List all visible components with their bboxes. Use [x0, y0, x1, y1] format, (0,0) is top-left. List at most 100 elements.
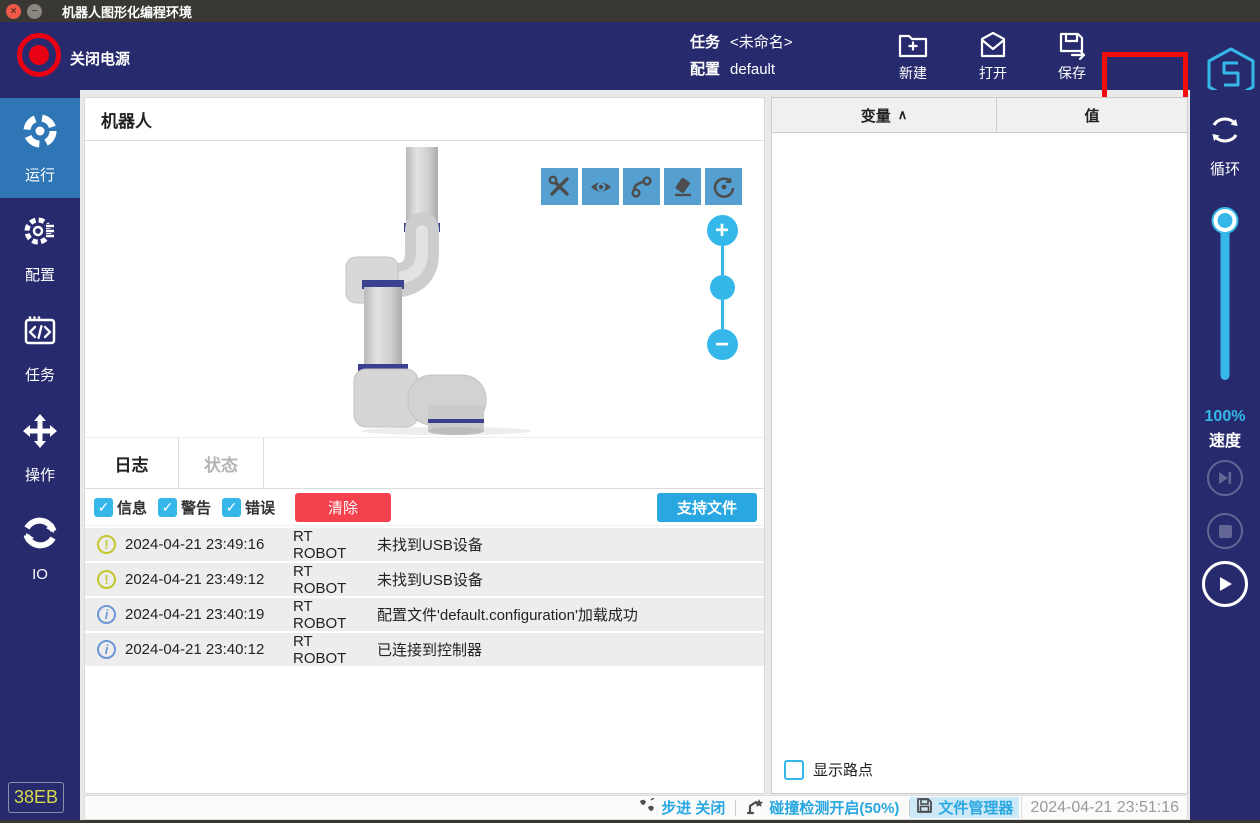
log-time: 2024-04-21 23:49:16 — [125, 536, 293, 553]
robot-3d-view[interactable]: + − — [85, 141, 764, 438]
log-filter-row: 信息 警告 错误 清除 支持文件 — [85, 489, 764, 526]
task-label: 任务 — [690, 34, 720, 51]
speed-readout: 100% 速度 — [1190, 408, 1260, 451]
column-header-variable[interactable]: 变量 ∧ — [772, 98, 997, 132]
speed-slider-handle[interactable] — [1212, 207, 1239, 234]
step-mode-status[interactable]: 步进 关闭 — [628, 797, 735, 818]
variables-table-body — [772, 133, 1187, 759]
log-message: 未找到USB设备 — [377, 569, 483, 590]
open-task-button[interactable]: 打开 — [962, 29, 1024, 83]
sidebar-item-label: 运行 — [25, 164, 55, 185]
file-manager-label: 文件管理器 — [938, 797, 1013, 818]
eye-icon[interactable] — [582, 168, 619, 205]
sidebar-item-run[interactable]: 运行 — [0, 98, 80, 198]
open-file-icon — [962, 29, 1024, 61]
run-icon — [21, 112, 59, 155]
log-source: RT ROBOT — [293, 563, 363, 597]
red-annotation-box — [1102, 52, 1188, 102]
file-manager-icon — [916, 797, 933, 818]
value-column-label: 值 — [1084, 105, 1099, 126]
log-row[interactable]: 2024-04-21 23:49:16 RT ROBOT 未找到USB设备 — [85, 528, 764, 561]
save-task-button[interactable]: 保存 — [1041, 29, 1103, 83]
sidebar-item-label: IO — [32, 566, 48, 583]
clear-log-button[interactable]: 清除 — [295, 493, 391, 522]
tab-log[interactable]: 日志 — [85, 438, 179, 488]
loop-button[interactable]: 循环 — [1190, 112, 1260, 179]
robot-arm-image — [328, 147, 558, 442]
loop-icon — [1205, 135, 1245, 152]
zoom-slider-track — [721, 246, 724, 275]
new-task-label: 新建 — [882, 63, 944, 83]
window-close-button[interactable]: × — [6, 4, 21, 19]
config-value: default — [730, 61, 775, 78]
collision-detection-label: 碰撞检测开启(50%) — [769, 797, 899, 818]
zoom-in-button[interactable]: + — [707, 215, 738, 246]
step-mode-label: 步进 关闭 — [661, 797, 725, 818]
zoom-out-button[interactable]: − — [707, 329, 738, 360]
log-row[interactable]: 2024-04-21 23:40:12 RT ROBOT 已连接到控制器 — [85, 633, 764, 666]
power-off-label: 关闭电源 — [70, 48, 130, 69]
config-label: 配置 — [690, 61, 720, 78]
sidebar-item-label: 操作 — [25, 464, 55, 485]
task-icon — [21, 312, 59, 355]
sidebar-item-operate[interactable]: 操作 — [0, 398, 80, 498]
eraser-icon[interactable] — [664, 168, 701, 205]
log-time: 2024-04-21 23:40:12 — [125, 641, 293, 658]
sidebar-item-label: 任务 — [25, 364, 55, 385]
log-source: RT ROBOT — [293, 528, 363, 562]
robot-panel-title: 机器人 — [85, 98, 764, 141]
rotate-view-icon[interactable] — [705, 168, 742, 205]
stop-button[interactable] — [1207, 513, 1243, 549]
warning-checkbox[interactable] — [158, 498, 177, 517]
stop-icon — [1219, 525, 1232, 538]
log-list: 2024-04-21 23:49:16 RT ROBOT 未找到USB设备 20… — [85, 526, 764, 666]
log-row[interactable]: 2024-04-21 23:49:12 RT ROBOT 未找到USB设备 — [85, 563, 764, 596]
tools-icon[interactable] — [541, 168, 578, 205]
log-time: 2024-04-21 23:49:12 — [125, 571, 293, 588]
task-value: <未命名> — [730, 34, 793, 51]
log-status-tabs: 日志 状态 — [85, 438, 764, 489]
left-sidebar: 运行 配置 任务 操作 IO 38EB — [0, 90, 80, 823]
new-file-icon — [882, 29, 944, 61]
play-button[interactable] — [1202, 561, 1248, 607]
right-sidebar: 循环 100% 速度 — [1190, 90, 1260, 823]
view-toolbar — [541, 168, 742, 205]
sort-caret-icon: ∧ — [898, 107, 908, 123]
show-waypoints-label: 显示路点 — [813, 759, 873, 780]
sidebar-item-task[interactable]: 任务 — [0, 298, 80, 398]
sidebar-item-io[interactable]: IO — [0, 498, 80, 598]
warning-icon — [97, 535, 116, 554]
info-checkbox[interactable] — [94, 498, 113, 517]
tab-status[interactable]: 状态 — [179, 438, 264, 488]
new-task-button[interactable]: 新建 — [882, 29, 944, 83]
step-forward-button[interactable] — [1207, 460, 1243, 496]
warning-icon — [97, 570, 116, 589]
error-checkbox[interactable] — [222, 498, 241, 517]
zoom-slider-handle[interactable] — [710, 275, 735, 300]
speed-slider — [1190, 207, 1260, 382]
support-file-button[interactable]: 支持文件 — [657, 493, 757, 522]
power-off-icon[interactable] — [17, 33, 61, 77]
log-source: RT ROBOT — [293, 598, 363, 632]
log-source: RT ROBOT — [293, 633, 363, 667]
error-filter-label: 错误 — [245, 497, 275, 518]
window-minimize-button[interactable]: − — [27, 4, 42, 19]
show-waypoints-checkbox[interactable] — [784, 760, 804, 780]
log-row[interactable]: 2024-04-21 23:40:19 RT ROBOT 配置文件'defaul… — [85, 598, 764, 631]
app-header: 关闭电源 任务 <未命名> 配置 default 新建 打开 保存 — [0, 22, 1260, 90]
sidebar-item-label: 配置 — [25, 264, 55, 285]
variables-panel: 变量 ∧ 值 显示路点 — [771, 97, 1188, 794]
speed-label: 速度 — [1190, 427, 1260, 451]
settings-icon — [21, 212, 59, 255]
column-header-value[interactable]: 值 — [997, 98, 1187, 132]
io-icon — [21, 514, 59, 557]
collision-icon — [746, 797, 764, 819]
collision-detection-status[interactable]: 碰撞检测开启(50%) — [736, 797, 909, 818]
path-icon[interactable] — [623, 168, 660, 205]
speed-slider-track[interactable] — [1221, 220, 1230, 380]
status-bar: 步进 关闭 碰撞检测开启(50%) 文件管理器 2024-04-21 23:51… — [84, 795, 1188, 820]
file-manager-button[interactable]: 文件管理器 — [910, 797, 1019, 818]
zoom-widget: + − — [705, 215, 739, 360]
sidebar-item-config[interactable]: 配置 — [0, 198, 80, 298]
variables-table-header: 变量 ∧ 值 — [772, 98, 1187, 133]
